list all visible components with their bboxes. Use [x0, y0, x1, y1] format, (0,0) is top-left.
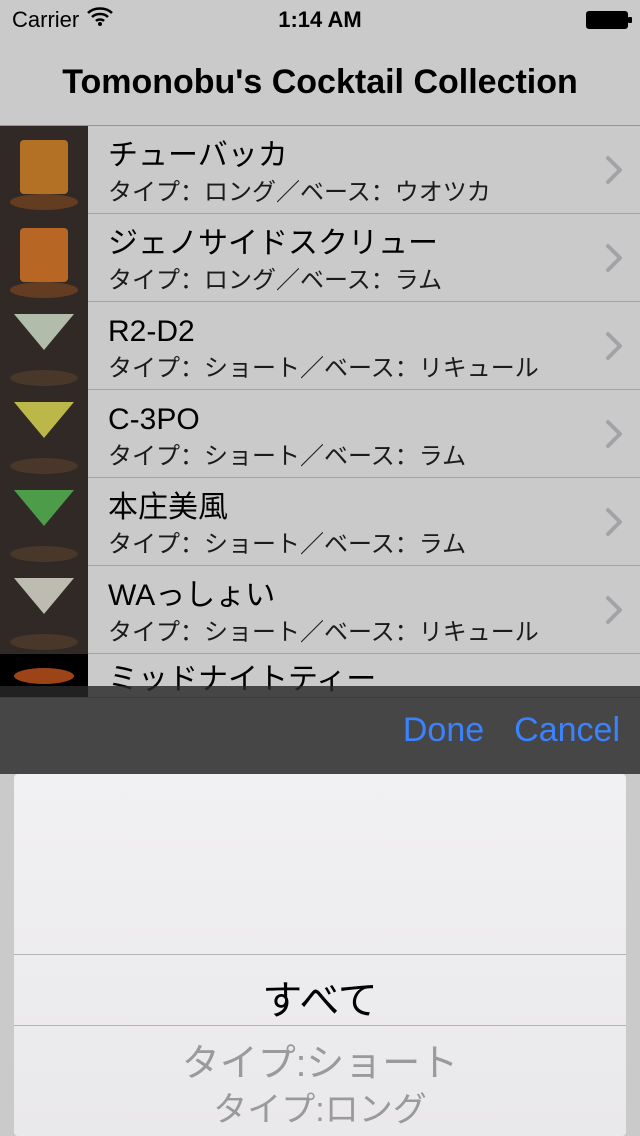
picker-option[interactable]: タイプ:ロング	[14, 1082, 626, 1131]
picker-option-selected[interactable]: すべて	[14, 968, 626, 1026]
filter-picker[interactable]: すべて タイプ:ショート タイプ:ロング	[14, 774, 626, 1136]
done-button[interactable]: Done	[403, 711, 484, 750]
cancel-button[interactable]: Cancel	[514, 711, 620, 750]
picker-toolbar: Done Cancel	[0, 686, 640, 774]
picker-option[interactable]: タイプ:ショート	[14, 1032, 626, 1087]
